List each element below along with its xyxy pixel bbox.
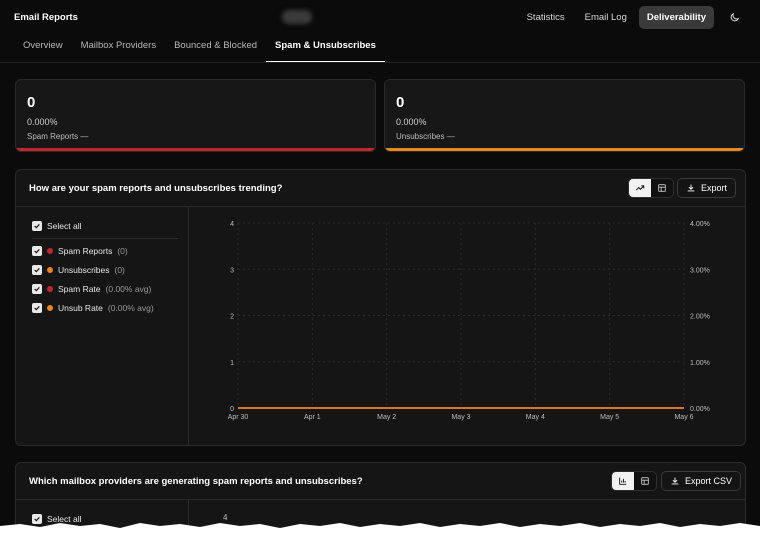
- x-tick-label: May 3: [451, 414, 470, 421]
- download-icon: [687, 184, 695, 192]
- y2-tick-label: 3.00%: [690, 267, 710, 274]
- panel-header: Which mailbox providers are generating s…: [16, 463, 745, 500]
- series-toggle-spam-rate[interactable]: Spam Rate (0.00% avg): [32, 284, 151, 294]
- stat-label: Spam Reports —: [27, 132, 89, 141]
- stat-label: Unsubscribes —: [396, 132, 455, 141]
- export-button[interactable]: Export: [677, 178, 737, 198]
- tabs-divider: [0, 62, 760, 63]
- series-color-dot: [47, 248, 53, 254]
- panel-header: How are your spam reports and unsubscrib…: [16, 170, 745, 207]
- unsubscribes-card: 0 0.000% Unsubscribes —: [384, 79, 745, 152]
- stat-accent-bar: [385, 148, 744, 151]
- tab-overview[interactable]: Overview: [14, 34, 72, 62]
- checkbox-checked-icon: [32, 303, 42, 313]
- select-all-label: Select all: [47, 221, 82, 231]
- series-color-dot: [47, 267, 53, 273]
- trend-chart: 4 4.00% 3 3.00% 2 2.00% 1 1.00% 0 0.00% Apr 30 Apr …: [190, 207, 745, 445]
- series-label: Spam Rate: [58, 284, 101, 294]
- series-color-dot: [47, 286, 53, 292]
- x-tick-label: May 2: [377, 414, 396, 421]
- tab-spam-unsubscribes[interactable]: Spam & Unsubscribes: [266, 34, 385, 62]
- line-chart-icon[interactable]: [629, 179, 651, 197]
- checkbox-checked-icon: [32, 284, 42, 294]
- export-csv-button[interactable]: Export CSV: [661, 471, 742, 491]
- series-color-dot: [47, 305, 53, 311]
- y2-tick-label: 0.00%: [690, 406, 710, 413]
- divider: [32, 238, 178, 239]
- table-icon[interactable]: [651, 179, 673, 197]
- series-toggle-unsub-rate[interactable]: Unsub Rate (0.00% avg): [32, 303, 154, 313]
- x-tick-label: Apr 30: [228, 414, 249, 421]
- x-tick-label: May 6: [674, 414, 693, 421]
- tab-bar: Overview Mailbox Providers Bounced & Blo…: [14, 34, 385, 62]
- top-nav: Statistics Email Log Deliverability: [519, 6, 746, 29]
- series-meta: (0): [117, 246, 128, 256]
- series-meta: (0.00% avg): [107, 303, 154, 313]
- y-tick-label: 0: [230, 406, 234, 413]
- export-csv-label: Export CSV: [685, 476, 733, 486]
- y-tick-label: 1: [230, 360, 234, 367]
- stat-percent: 0.000%: [396, 117, 427, 127]
- export-label: Export: [701, 183, 728, 193]
- nav-email-log[interactable]: Email Log: [577, 6, 635, 29]
- y-tick-label: 4: [230, 221, 234, 228]
- y2-tick-label: 1.00%: [690, 360, 710, 367]
- tab-bounced-blocked[interactable]: Bounced & Blocked: [165, 34, 266, 62]
- select-all-checkbox[interactable]: Select all: [32, 221, 82, 231]
- checkbox-checked-icon: [32, 265, 42, 275]
- moon-icon[interactable]: [722, 7, 746, 29]
- table-icon[interactable]: [634, 472, 656, 490]
- series-meta: (0): [114, 265, 125, 275]
- stat-value: 0: [27, 94, 36, 111]
- download-icon: [671, 477, 679, 485]
- stat-accent-bar: [16, 148, 375, 151]
- trend-chart-svg: 4 4.00% 3 3.00% 2 2.00% 1 1.00% 0 0.00% Apr 30 Apr …: [228, 221, 710, 421]
- series-label: Spam Reports: [58, 246, 113, 256]
- torn-edge: [0, 523, 760, 533]
- view-toggle: [611, 471, 657, 491]
- tab-mailbox-providers[interactable]: Mailbox Providers: [72, 34, 166, 62]
- nav-deliverability[interactable]: Deliverability: [638, 6, 714, 29]
- spam-reports-card: 0 0.000% Spam Reports —: [15, 79, 376, 152]
- series-label: Unsubscribes: [58, 265, 110, 275]
- panel-title: Which mailbox providers are generating s…: [29, 476, 363, 487]
- panel-title: How are your spam reports and unsubscrib…: [29, 183, 283, 194]
- nav-statistics[interactable]: Statistics: [519, 6, 573, 29]
- y2-tick-label: 4.00%: [690, 221, 710, 228]
- checkbox-checked-icon: [32, 246, 42, 256]
- trend-panel: How are your spam reports and unsubscrib…: [15, 169, 746, 446]
- checkbox-checked-icon: [32, 221, 42, 231]
- series-toggle-unsubscribes[interactable]: Unsubscribes (0): [32, 265, 125, 275]
- account-chip[interactable]: [282, 10, 312, 24]
- x-tick-label: May 4: [526, 414, 545, 421]
- series-toggle-spam-reports[interactable]: Spam Reports (0): [32, 246, 128, 256]
- y-tick-label: 3: [230, 267, 234, 274]
- x-tick-label: May 5: [600, 414, 619, 421]
- x-tick-label: Apr 1: [304, 414, 321, 421]
- stat-percent: 0.000%: [27, 117, 58, 127]
- y2-tick-label: 2.00%: [690, 314, 710, 321]
- bar-chart-icon[interactable]: [612, 472, 634, 490]
- series-meta: (0.00% avg): [105, 284, 152, 294]
- stat-value: 0: [396, 94, 405, 111]
- view-toggle: [628, 178, 674, 198]
- series-sidebar: Select all Spam Reports (0) Unsubscribes…: [16, 207, 189, 445]
- app-title: Email Reports: [14, 11, 78, 23]
- y-tick-label: 2: [230, 314, 234, 321]
- series-label: Unsub Rate: [58, 303, 103, 313]
